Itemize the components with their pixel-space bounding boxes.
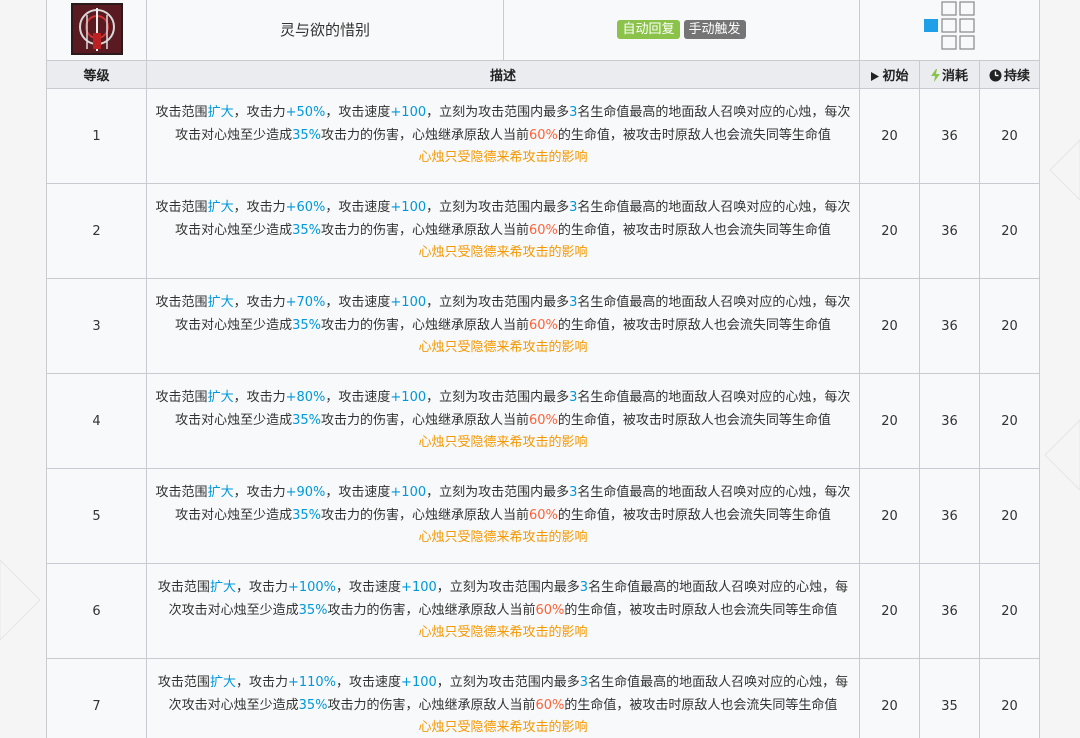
duration-cell: 20 [979,88,1040,184]
sp-cost-cell: 36 [919,183,980,279]
level-cell: 4 [46,373,147,469]
skill-note: 心烛只受隐德来希攻击的影响 [418,625,588,641]
header-desc: 描述 [146,60,860,89]
level-cell: 3 [46,278,147,374]
duration-cell: 20 [979,373,1040,469]
table-row: 1 攻击范围扩大，攻击力+50%，攻击速度+100，立刻为攻击范围内最多3名生命值… [46,88,1040,184]
sp-cost-cell: 36 [919,88,980,184]
level-cell: 5 [46,468,147,564]
duration-cell: 20 [979,278,1040,374]
header-duration: 持续 [979,60,1040,89]
init-sp-cell: 20 [859,658,920,738]
skill-note: 心烛只受隐德来希攻击的影响 [418,245,588,261]
skill-description: 攻击范围扩大，攻击力+70%，攻击速度+100，立刻为攻击范围内最多3名生命值最… [155,295,851,356]
sp-type-badge: 自动回复 [617,20,680,39]
skill-note: 心烛只受隐德来希攻击的影响 [418,435,588,451]
desc-cell: 攻击范围扩大，攻击力+50%，攻击速度+100，立刻为攻击范围内最多3名生命值最… [146,88,860,184]
skill-title-split: 灵与欲的惜别 自动回复 手动触发 [147,0,859,60]
skill-description: 攻击范围扩大，攻击力+80%，攻击速度+100，立刻为攻击范围内最多3名生命值最… [155,390,851,451]
duration-cell: 20 [979,563,1040,659]
desc-cell: 攻击范围扩大，攻击力+90%，攻击速度+100，立刻为攻击范围内最多3名生命值最… [146,468,860,564]
desc-cell: 攻击范围扩大，攻击力+80%，攻击速度+100，立刻为攻击范围内最多3名生命值最… [146,373,860,469]
desc-cell: 攻击范围扩大，攻击力+110%，攻击速度+100，立刻为攻击范围内最多3名生命值… [146,658,860,738]
attack-range-grid [923,0,975,50]
skill-note: 心烛只受隐德来希攻击的影响 [418,720,588,736]
table-row: 6 攻击范围扩大，攻击力+100%，攻击速度+100，立刻为攻击范围内最多3名生命… [46,563,1040,659]
init-sp-cell: 20 [859,278,920,374]
sp-cost-cell: 36 [919,563,980,659]
init-sp-cell: 20 [859,373,920,469]
skill-description: 攻击范围扩大，攻击力+90%，攻击速度+100，立刻为攻击范围内最多3名生命值最… [155,485,851,546]
duration-cell: 20 [979,658,1040,738]
lightning-bolt-icon [930,69,940,82]
skill-note: 心烛只受隐德来希攻击的影响 [418,530,588,546]
skill-name: 灵与欲的惜别 [279,21,370,39]
table-row: 7 攻击范围扩大，攻击力+110%，攻击速度+100，立刻为攻击范围内最多3名生命… [46,658,1040,738]
header-init: 初始 [859,60,920,89]
skill-note: 心烛只受隐德来希攻击的影响 [418,150,588,166]
attack-range-cell [859,0,1040,61]
level-cell: 7 [46,658,147,738]
desc-cell: 攻击范围扩大，攻击力+100%，攻击速度+100，立刻为攻击范围内最多3名生命值… [146,563,860,659]
skill-tags: 自动回复 手动触发 [504,0,859,60]
level-cell: 1 [46,88,147,184]
table-row: 5 攻击范围扩大，攻击力+90%，攻击速度+100，立刻为攻击范围内最多3名生命值… [46,468,1040,564]
sp-cost-cell: 36 [919,373,980,469]
skill-table: 灵与欲的惜别 自动回复 手动触发 等级 描述 初始 消耗 持续 1 攻击范围扩大，攻击力+50%… [46,0,1040,738]
skill-emblem-icon [70,2,123,55]
duration-cell: 20 [979,183,1040,279]
desc-cell: 攻击范围扩大，攻击力+60%，攻击速度+100，立刻为攻击范围内最多3名生命值最… [146,183,860,279]
skill-description: 攻击范围扩大，攻击力+60%，攻击速度+100，立刻为攻击范围内最多3名生命值最… [155,200,851,261]
table-row: 3 攻击范围扩大，攻击力+70%，攻击速度+100，立刻为攻击范围内最多3名生命值… [46,278,1040,374]
play-triangle-icon [871,72,880,81]
skill-name-box: 灵与欲的惜别 [147,0,504,60]
trigger-type-badge: 手动触发 [683,20,746,39]
skill-description: 攻击范围扩大，攻击力+50%，攻击速度+100，立刻为攻击范围内最多3名生命值最… [155,105,851,166]
sp-cost-cell: 35 [919,658,980,738]
clock-icon [989,69,1002,82]
skill-name-cell: 灵与欲的惜别 自动回复 手动触发 [146,0,860,61]
sp-cost-cell: 36 [919,278,980,374]
skill-description: 攻击范围扩大，攻击力+100%，攻击速度+100，立刻为攻击范围内最多3名生命值… [157,580,849,641]
page: 灵与欲的惜别 自动回复 手动触发 等级 描述 初始 消耗 持续 1 攻击范围扩大，攻击力+50%… [0,0,1080,738]
level-cell: 6 [46,563,147,659]
sp-cost-cell: 36 [919,468,980,564]
skill-icon-cell [46,0,147,61]
table-row: 4 攻击范围扩大，攻击力+80%，攻击速度+100，立刻为攻击范围内最多3名生命值… [46,373,1040,469]
duration-cell: 20 [979,468,1040,564]
header-level: 等级 [46,60,147,89]
table-row: 2 攻击范围扩大，攻击力+60%，攻击速度+100，立刻为攻击范围内最多3名生命值… [46,183,1040,279]
init-sp-cell: 20 [859,183,920,279]
skill-header-row: 灵与欲的惜别 自动回复 手动触发 [46,0,1040,61]
init-sp-cell: 20 [859,468,920,564]
init-sp-cell: 20 [859,88,920,184]
init-sp-cell: 20 [859,563,920,659]
skill-note: 心烛只受隐德来希攻击的影响 [418,340,588,356]
skill-description: 攻击范围扩大，攻击力+110%，攻击速度+100，立刻为攻击范围内最多3名生命值… [157,675,849,736]
column-header-row: 等级 描述 初始 消耗 持续 [46,60,1040,89]
desc-cell: 攻击范围扩大，攻击力+70%，攻击速度+100，立刻为攻击范围内最多3名生命值最… [146,278,860,374]
level-cell: 2 [46,183,147,279]
header-cost: 消耗 [919,60,980,89]
